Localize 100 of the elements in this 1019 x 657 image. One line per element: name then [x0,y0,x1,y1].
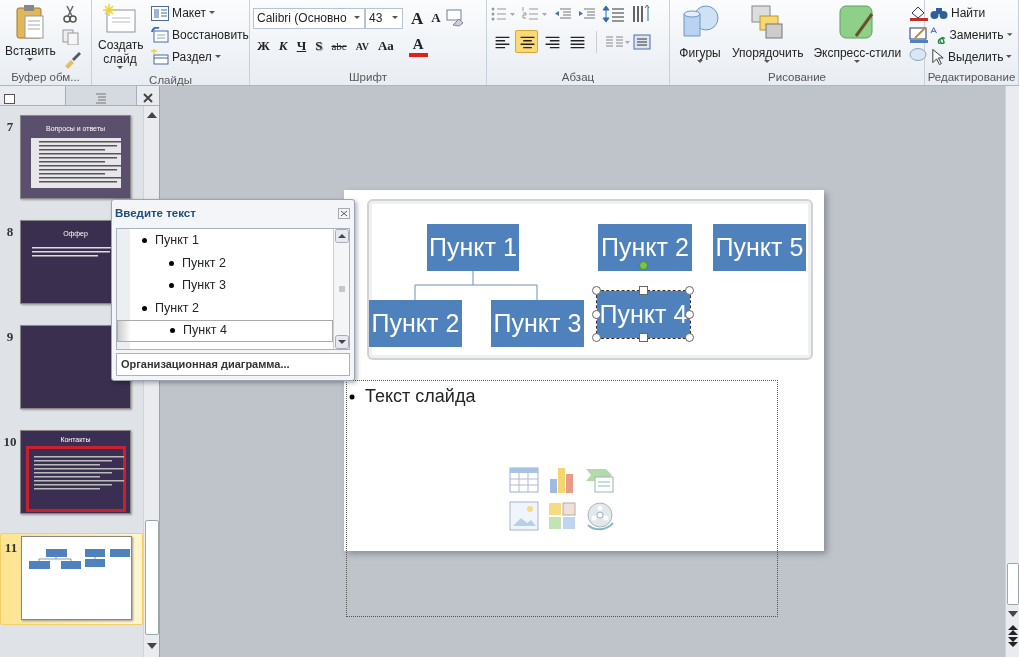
reset-icon [151,27,169,43]
diagram-node[interactable]: Пункт 3 [491,300,584,347]
scroll-down-icon[interactable] [334,335,349,350]
caret-icon [764,60,772,64]
columns-icon [605,33,631,50]
diagram-node[interactable]: Пункт 4 [597,291,690,338]
scroll-up-icon[interactable] [146,112,157,118]
align-center-button[interactable] [515,30,538,53]
caret-icon [696,60,704,64]
section-icon [151,49,169,65]
format-button[interactable]: Ж [253,34,274,58]
scroll-up-icon[interactable] [334,228,349,243]
scissors-icon [61,5,78,23]
resize-handle[interactable] [638,333,648,342]
resize-handle[interactable] [685,333,694,342]
resize-handle[interactable] [592,333,601,342]
layout-icon [151,5,169,21]
outline-item[interactable]: Пункт 2 [130,297,333,320]
slide-body-text: Текст слайда [365,385,476,408]
diagram-node[interactable]: Пункт 1 [427,224,519,271]
ribbon-button[interactable]: Макет [149,2,251,24]
caret-icon [116,66,124,70]
group-label: Слайды [148,73,193,88]
group-label: Рисование [767,70,827,85]
effects-icon [909,48,928,61]
decrease-indent-icon [554,7,572,21]
diagram-node[interactable]: Пункт 2 [598,224,692,271]
format-button[interactable]: Aa [373,34,398,58]
diagram-node[interactable]: Пункт 2 [369,300,462,347]
close-icon[interactable] [338,208,350,220]
slide-number: 11 [3,539,19,557]
caret-icon [26,58,34,62]
binoculars-icon [930,6,948,20]
slide-number: 9 [5,328,15,346]
slides-icon [4,93,15,104]
ribbon-button[interactable]: Раздел [149,46,251,68]
ribbon-button[interactable]: Найти [928,2,1015,24]
bullets-icon [490,6,516,22]
caret-icon [1006,55,1013,59]
scrollbar-thumb[interactable] [144,520,159,635]
fill-icon [909,4,930,22]
slide-number: 7 [5,118,15,136]
arrange-icon [749,4,786,42]
font-color-button[interactable]: A [408,35,428,57]
ribbon-button[interactable]: Упорядочить [730,2,806,69]
ribbon-button[interactable]: Экспресс-стили [811,2,904,69]
diagram-node[interactable]: Пункт 5 [713,224,806,271]
diagram-type-link[interactable]: Организационная диаграмма... [116,353,350,376]
resize-handle[interactable] [685,286,694,295]
caret-icon [1006,33,1013,37]
format-button[interactable]: AV [351,34,373,58]
line-spacing-icon [602,5,626,23]
caret-icon [392,16,399,20]
resize-handle[interactable] [638,286,648,295]
ribbon-button[interactable]: Создать слайд [95,2,145,72]
slide-thumbnail[interactable]: 11 [0,533,143,625]
outline-icon [95,91,108,104]
resize-handle[interactable] [592,286,601,295]
format-button[interactable]: S [311,34,327,58]
clip-art-icon[interactable] [547,501,577,531]
font-field[interactable]: Calibri (Основно [253,7,365,29]
group-label: Буфер обм... [10,70,81,85]
rotate-handle[interactable] [638,261,648,270]
font-size-field[interactable]: 43 [365,7,403,29]
outline-item[interactable]: Пункт 1 [130,229,333,252]
format-button[interactable]: abc [327,34,351,58]
scroll-down-icon[interactable] [146,643,157,649]
caret-icon [354,16,361,20]
increase-indent-icon [578,7,596,21]
previous-slide-icon[interactable] [1007,625,1018,635]
next-slide-icon[interactable] [1007,637,1018,647]
slide-number: 10 [2,433,18,451]
outline-item[interactable]: Пункт 2 [130,252,333,275]
scroll-down-icon[interactable] [1007,611,1018,617]
slide-number: 8 [5,223,15,241]
numbering-icon [522,6,548,22]
outline-item[interactable]: Пункт 3 [130,274,333,297]
scrollbar-thumb[interactable] [1006,563,1019,605]
pane-title: Введите текст [115,206,196,222]
outline-icon [909,26,930,44]
copy-icon [61,29,80,45]
shrink-font-button[interactable]: A [427,6,445,30]
grow-font-button[interactable]: A [407,6,428,30]
resize-handle[interactable] [592,309,601,319]
format-button[interactable]: Ч [292,34,311,58]
ribbon-button[interactable]: Восстановить [149,24,251,46]
ribbon-button[interactable]: Заменить [928,24,1015,46]
caret-icon [214,55,222,59]
format-button[interactable]: К [274,34,292,58]
cursor-icon [930,48,946,66]
ribbon-button[interactable]: Фигуры [676,2,724,69]
ribbon-button[interactable]: Выделить [928,46,1015,68]
outline-item[interactable]: Пункт 4 [117,319,333,342]
resize-handle[interactable] [685,309,694,319]
ribbon-button[interactable]: Вставить [3,2,58,69]
new-slide-icon [103,4,137,34]
clipboard-icon [15,4,46,40]
group-label: Редактирование [926,70,1017,85]
close-icon [143,92,153,103]
group-label: Абзац [560,70,596,85]
